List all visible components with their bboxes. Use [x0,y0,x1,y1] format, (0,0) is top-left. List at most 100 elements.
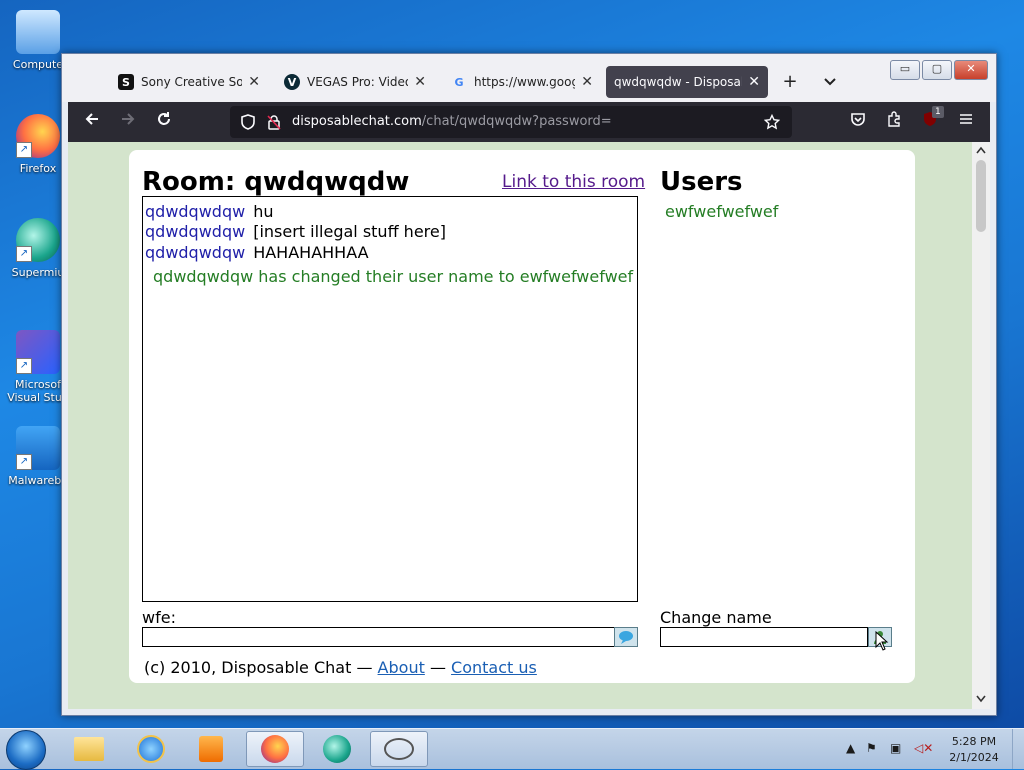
puzzle-icon [888,111,900,127]
scroll-down-icon[interactable] [976,695,986,703]
shortcut-arrow-icon: ↗ [16,454,32,470]
users-heading: Users [660,167,743,197]
folder-icon [74,737,104,761]
close-window-button[interactable]: ✕ [954,60,988,80]
hamburger-menu-icon [960,114,972,124]
firefox-icon: ↗ [16,114,60,158]
page-viewport: Room: qwdqwqdw Link to this room qdwdqwd… [68,142,972,709]
tab-disposable-chat[interactable]: qwdqwqdw - Disposable ✕ [606,66,768,98]
contact-link[interactable]: Contact us [451,658,537,677]
url-host: disposablechat.com [292,114,422,129]
speech-bubble-icon [619,631,633,644]
taskbar-internet-explorer[interactable] [122,731,180,767]
message-user: qdwdqwdqw [145,202,246,221]
tab-close-icon[interactable]: ✕ [248,74,260,90]
insecure-lock-icon[interactable] [266,114,282,130]
room-title: Room: qwdqwqdw [142,167,410,197]
message-label: wfe: [142,608,176,627]
computer-icon [16,10,60,54]
vegas-favicon-icon: V [284,74,300,90]
tab-title: Sony Creative Softw [141,75,243,89]
page-scrollbar[interactable] [972,142,990,709]
mouse-cursor-icon [875,631,889,651]
about-link[interactable]: About [378,658,425,677]
start-button[interactable] [6,730,46,770]
tab-sony[interactable]: S Sony Creative Softw ✕ [110,66,268,98]
ublock-button[interactable]: 1 [916,106,944,136]
tab-close-icon[interactable]: ✕ [748,74,760,90]
url-bar[interactable]: disposablechat.com/chat/qwdqwqdw?passwor… [230,106,792,138]
system-clock[interactable]: 5:28 PM 2/1/2024 [944,734,1004,766]
chat-message: qdwdqwdqw HAHAHAHHAA [145,243,369,262]
volume-muted-icon[interactable]: ◁✕ [914,741,933,755]
tab-close-icon[interactable]: ✕ [414,74,426,90]
taskbar-network-tool[interactable] [370,731,428,767]
pocket-icon [851,113,865,126]
maximize-button[interactable]: ▢ [922,60,952,80]
extensions-button[interactable] [880,108,908,136]
message-input[interactable] [142,627,615,647]
shield-icon[interactable] [240,114,256,130]
visual-studio-icon: ↗ [16,330,60,374]
scroll-up-icon[interactable] [976,146,986,154]
desktop-icon-label: Microsof Visual Stud [7,378,69,404]
taskbar-supermium[interactable] [308,731,366,767]
desktop-icon-label: Supermiu [11,266,65,279]
copyright-text: (c) 2010, Disposable Chat — [144,658,373,677]
chevron-down-icon [824,78,836,86]
reload-button[interactable] [150,108,178,136]
menu-button[interactable] [952,108,980,136]
change-name-input[interactable] [660,627,868,647]
forward-arrow-icon [122,113,135,125]
taskbar-media-player[interactable] [182,731,240,767]
tab-title: qwdqwqdw - Disposable [614,75,742,89]
user-list-item: ewfwefwefwef [665,202,779,221]
taskbar-firefox[interactable] [246,731,304,767]
network-icon[interactable]: ▣ [890,741,901,755]
show-hidden-icons-button[interactable]: ▲ [846,741,855,755]
url-path: /chat/qwdqwqdw?password= [421,114,612,129]
taskbar-explorer[interactable] [60,731,118,767]
scrollbar-thumb[interactable] [976,160,986,232]
sony-favicon-icon: S [118,74,134,90]
link-to-room[interactable]: Link to this room [502,172,645,192]
page-footer: (c) 2010, Disposable Chat — About — Cont… [144,658,537,677]
message-text: hu [253,202,274,221]
internet-explorer-icon [137,735,165,763]
pocket-button[interactable] [844,108,872,136]
cable-icon [384,738,414,760]
clock-time: 5:28 PM [951,735,997,748]
chat-panel: Room: qwdqwqdw Link to this room qdwdqwd… [129,150,915,683]
desktop-icon-label: Malwareby [8,474,68,487]
send-message-button[interactable] [614,627,638,647]
tab-close-icon[interactable]: ✕ [581,74,593,90]
show-desktop-button[interactable] [1012,729,1024,769]
message-text: [insert illegal stuff here] [253,222,446,241]
message-text: HAHAHAHHAA [253,243,369,262]
tab-list-button[interactable] [816,68,844,96]
minimize-button[interactable]: ▭ [890,60,920,80]
chat-message: qdwdqwdqw hu [145,202,273,221]
browser-window: S Sony Creative Softw ✕ V VEGAS Pro: Vid… [61,53,997,716]
tab-title: https://www.google. [474,75,575,89]
supermium-icon: ↗ [16,218,60,262]
forward-button[interactable] [114,108,142,136]
taskbar: ▲ ⚑ ▣ ◁✕ 5:28 PM 2/1/2024 [0,728,1024,770]
extension-badge: 1 [932,106,944,118]
tab-vegas[interactable]: V VEGAS Pro: Video Ed ✕ [276,66,434,98]
message-user: qdwdqwdqw [145,243,246,262]
chat-message: qdwdqwdqw [insert illegal stuff here] [145,222,446,241]
shortcut-arrow-icon: ↗ [16,142,32,158]
tab-google[interactable]: G https://www.google. ✕ [443,66,601,98]
action-center-flag-icon[interactable]: ⚑ [866,741,877,755]
chat-log[interactable]: qdwdqwdqw hu qdwdqwdqw [insert illegal stu… [142,196,638,602]
new-tab-button[interactable]: + [776,68,804,96]
supermium-icon [323,735,351,763]
message-user: qdwdqwdqw [145,222,246,241]
tab-title: VEGAS Pro: Video Ed [307,75,408,89]
system-message: qdwdqwdqw has changed their user name to… [153,267,634,286]
footer-separator: — [429,658,446,677]
google-favicon-icon: G [454,75,464,89]
back-button[interactable] [78,108,106,136]
bookmark-star-icon[interactable] [764,114,780,130]
